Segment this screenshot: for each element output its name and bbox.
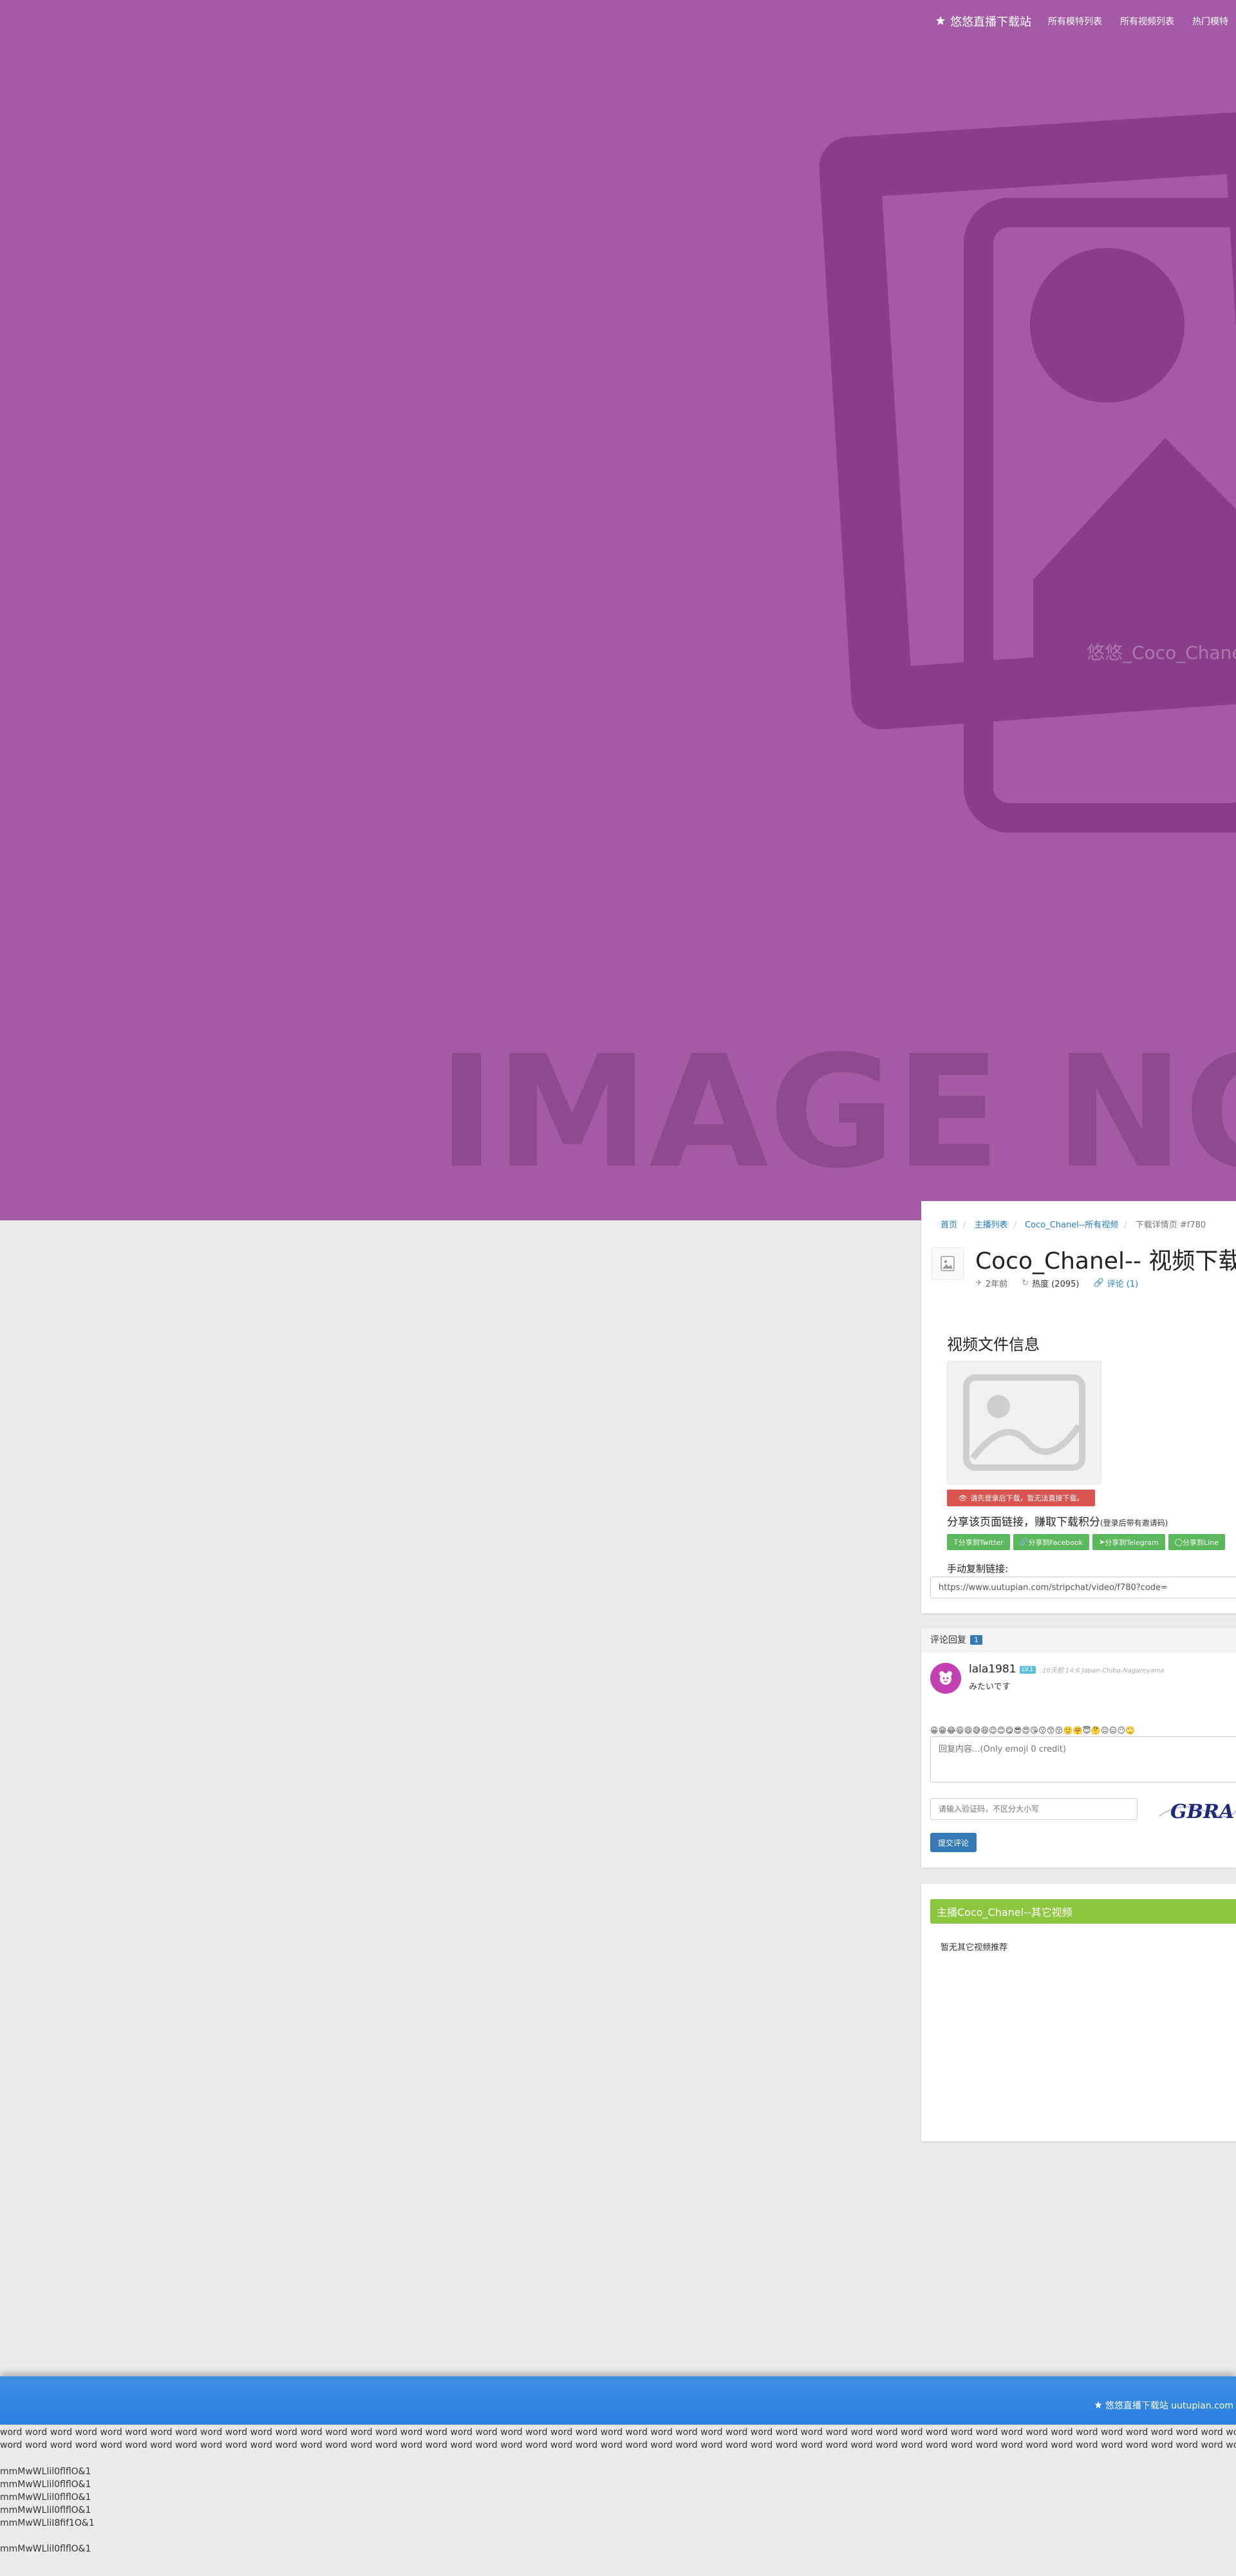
font-test-line: mmMwWLlil0flflO&1 (0, 2544, 91, 2554)
video-file-thumbnail (947, 1361, 1101, 1484)
font-test-line: mmMwWLlil0flflO&1 (0, 2492, 91, 2503)
comment-username: lala1981 (969, 1663, 1016, 1676)
hero-watermark-caption: 悠悠_Coco_Chanel (1087, 642, 1236, 663)
reply-textarea[interactable] (930, 1736, 1236, 1783)
link-icon: 🔗 (1093, 1278, 1104, 1288)
meta-comments-text: 评论 (1) (1107, 1280, 1139, 1289)
captcha-text: GBRA (1170, 1801, 1234, 1823)
share-prompt: 分享该页面链接，赚取下载积分(登录后带有邀请码) (947, 1513, 1168, 1529)
breadcrumb-separator: / (963, 1220, 966, 1230)
twitter-icon: 𝕋 (953, 1538, 959, 1546)
crown-icon (1094, 2401, 1103, 2410)
submit-comment-button[interactable]: 提交评论 (930, 1833, 977, 1852)
footer-brand-link[interactable]: 悠悠直播下载站 uutupian.com (1094, 2399, 1233, 2412)
comment-timestamp: 10天前 14:6 Japan-Chiba-Nagareyama (1042, 1667, 1165, 1674)
share-line-button[interactable]: ◯ 分享到Line (1168, 1534, 1225, 1550)
copy-link-label: 手动复制链接: (947, 1563, 1009, 1575)
share-button-group: 𝕋 分享到Twitter 🔗 分享到Facebook ➤ 分享到Telegram ◯ 分… (947, 1534, 1228, 1550)
comment-level-badge: LV.1 (1019, 1665, 1036, 1674)
comments-header-title: 评论回复 (930, 1635, 966, 1645)
title-row: Coco_Chanel-- 视频下载 (932, 1247, 1236, 1280)
telegram-icon: ➤ (1099, 1538, 1105, 1546)
share-telegram-label: 分享到Telegram (1105, 1538, 1159, 1547)
avatar (930, 1663, 961, 1694)
refresh-icon: ↻ (1022, 1278, 1029, 1288)
comment-item: lala1981 LV.1 10天前 14:6 Japan-Chiba-Nagare… (930, 1663, 1165, 1694)
footer-brand-text: 悠悠直播下载站 uutupian.com (1105, 2401, 1233, 2411)
video-detail-card: 首页 / 主播列表 / Coco_Chanel--所有视频 / 下载详情页 #f780… (921, 1201, 1236, 1613)
captcha-image[interactable]: GBRA (1156, 1797, 1236, 1823)
breadcrumb-current: 下载详情页 #f780 (1135, 1220, 1206, 1230)
footer-word-line: word word word word word word word word … (0, 2427, 1236, 2438)
share-prompt-note: (登录后带有邀请码) (1100, 1519, 1168, 1528)
image-placeholder-graphic: IMAGE NOT (438, 112, 1236, 1202)
meta-time-text: 2年前 (985, 1280, 1008, 1289)
share-telegram-button[interactable]: ➤ 分享到Telegram (1092, 1534, 1165, 1550)
breadcrumb-separator: / (1124, 1220, 1127, 1230)
brand-name: 悠悠直播下载站 (950, 15, 1031, 29)
facebook-icon: 🔗 (1019, 1538, 1029, 1546)
font-test-line: mmMwWLlil0flflO&1 (0, 2479, 91, 2490)
share-line-label: 分享到Line (1183, 1538, 1219, 1547)
related-videos-card: 主播Coco_Chanel--其它视频 暂无其它视频推荐 (921, 1884, 1236, 2141)
video-title: Coco_Chanel-- 视频下载 (975, 1248, 1236, 1274)
share-facebook-label: 分享到Facebook (1028, 1538, 1083, 1547)
send-icon: ✈ (975, 1278, 982, 1288)
user-face-icon (939, 1671, 952, 1685)
meta-time: ✈ 2年前 (975, 1277, 1007, 1289)
video-meta: ✈ 2年前 ↻ 热度 (2095) 🔗 评论 (1) (975, 1277, 1152, 1289)
crown-icon (935, 15, 946, 27)
breadcrumb: 首页 / 主播列表 / Coco_Chanel--所有视频 / 下载详情页 #f780 (941, 1218, 1206, 1230)
comments-card: 评论回复 1 lala1981 LV.1 10天前 14:6 Japan-Chiba… (921, 1628, 1236, 1868)
share-prompt-text: 分享该页面链接，赚取下载积分 (947, 1516, 1100, 1529)
nav-link-all-models[interactable]: 所有模特列表 (1048, 15, 1102, 28)
login-required-text: 请先登录后下载，暂无法直接下载。 (970, 1494, 1084, 1502)
breadcrumb-all-videos[interactable]: Coco_Chanel--所有视频 (1025, 1220, 1118, 1230)
nav-link-hot-models[interactable]: 热门模特 (1192, 15, 1228, 28)
footer-word-line: word word word word word word word word … (0, 2440, 1236, 2450)
nav-link-all-videos[interactable]: 所有视频列表 (1120, 15, 1174, 28)
placeholder-photo-icon (819, 112, 1236, 833)
login-required-banner[interactable]: 👁 请先登录后下载，暂无法直接下载。 (947, 1490, 1095, 1506)
share-facebook-button[interactable]: 🔗 分享到Facebook (1013, 1534, 1090, 1550)
share-twitter-label: 分享到Twitter (958, 1538, 1004, 1547)
share-twitter-button[interactable]: 𝕋 分享到Twitter (947, 1534, 1010, 1550)
captcha-input[interactable] (930, 1798, 1138, 1820)
comment-body: lala1981 LV.1 10天前 14:6 Japan-Chiba-Nagare… (969, 1663, 1165, 1694)
breadcrumb-home[interactable]: 首页 (941, 1220, 957, 1230)
meta-hot: ↻ 热度 (2095) (1022, 1277, 1079, 1289)
copy-link-input[interactable] (930, 1577, 1236, 1598)
eye-icon: 👁 (958, 1493, 968, 1502)
font-test-line: mmMwWLliI8fif1O&1 (0, 2518, 95, 2528)
meta-hot-text: 热度 (2095) (1032, 1280, 1080, 1289)
file-info-heading: 视频文件信息 (947, 1336, 1040, 1354)
image-not-found-text: IMAGE NOT (438, 1022, 1236, 1202)
image-placeholder-icon (963, 1374, 1085, 1471)
breadcrumb-separator: / (1013, 1220, 1016, 1230)
line-icon: ◯ (1174, 1538, 1183, 1546)
meta-comments-link[interactable]: 🔗 评论 (1) (1093, 1277, 1138, 1289)
video-thumbnail-icon (932, 1247, 964, 1280)
emoji-picker-bar[interactable]: 😀😁😂😃😄😅😆😉😊😋😎😍😘😗😙😚🙂🤗😇🤔😐😑😶🙄 (930, 1726, 1136, 1735)
top-navigation: 悠悠直播下载站 所有模特列表 所有视频列表 热门模特 (935, 0, 1236, 43)
font-test-line: mmMwWLlil0flflO&1 (0, 2505, 91, 2515)
breadcrumb-streamer-list[interactable]: 主播列表 (975, 1220, 1008, 1230)
comment-text: みたいです (969, 1682, 1011, 1692)
related-videos-header: 主播Coco_Chanel--其它视频 (930, 1899, 1236, 1924)
footer-bar: 悠悠直播下载站 uutupian.com (0, 2376, 1236, 2425)
hero-background-image: IMAGE NOT 悠悠_Coco_Chanel (0, 0, 1236, 1220)
comments-header: 评论回复 1 (921, 1628, 1236, 1652)
font-test-line: mmMwWLlil0flflO&1 (0, 2467, 91, 2477)
comments-count-badge: 1 (970, 1634, 982, 1645)
brand-link[interactable]: 悠悠直播下载站 (935, 13, 1031, 30)
related-videos-empty-text: 暂无其它视频推荐 (941, 1943, 1008, 1953)
